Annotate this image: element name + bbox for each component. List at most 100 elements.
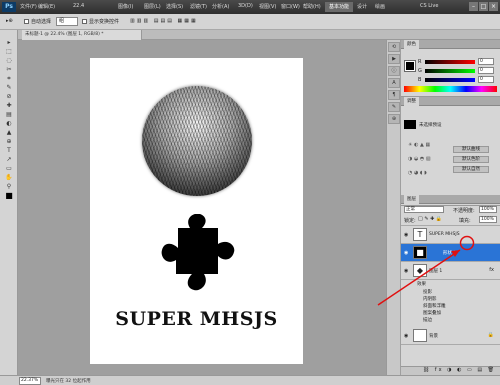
b-slider[interactable]: [425, 78, 475, 82]
g-slider[interactable]: [425, 69, 475, 73]
visibility-eye-icon[interactable]: ◉: [404, 268, 408, 274]
color-panel-header: 颜色: [401, 40, 500, 49]
move-tool-icon[interactable]: ▸⊕: [6, 18, 13, 24]
workspace-design-button[interactable]: 设计: [357, 3, 367, 10]
puzzle-piece-shape: [161, 214, 235, 291]
auto-select-dropdown[interactable]: 组: [56, 17, 78, 26]
layer-shape-selected[interactable]: ◉ ■ 形状 1: [401, 244, 500, 262]
opacity-value[interactable]: 100%: [479, 206, 497, 213]
tool-17-icon[interactable]: ■: [0, 191, 18, 200]
menu-window[interactable]: 窗口(W): [281, 3, 300, 10]
effect-inner-shadow[interactable]: 内阴影: [423, 296, 437, 303]
paragraph-icon[interactable]: ¶: [388, 90, 400, 100]
opacity-label: 不透明度:: [453, 208, 475, 214]
tool-13-icon[interactable]: ↗: [0, 155, 18, 164]
menu-layer[interactable]: 图层(L): [144, 3, 161, 10]
menu-help[interactable]: 帮助(H): [303, 3, 321, 10]
tab-color[interactable]: 颜色: [404, 40, 419, 49]
photoshop-window: Ps 文件(F) 编辑(E) 22.4 图像(I) 图层(L) 选择(S) 滤镜…: [0, 0, 500, 385]
fx-icon[interactable]: fx: [489, 267, 494, 273]
tool-9-icon[interactable]: ◐: [0, 119, 18, 128]
tool-5-icon[interactable]: ✎: [0, 83, 18, 92]
minimize-icon[interactable]: –: [469, 2, 478, 11]
blend-mode-dropdown[interactable]: 正常: [404, 206, 444, 213]
menu-file[interactable]: 文件(F): [20, 3, 37, 10]
g-label: G: [418, 68, 422, 74]
tool-8-icon[interactable]: ▤: [0, 110, 18, 119]
show-transform-checkbox[interactable]: [82, 19, 87, 24]
lock-icons[interactable]: □ ✎ ✚ 🔒: [418, 216, 442, 222]
layer-1[interactable]: ◉ ◆ 图层 1 fx: [401, 262, 500, 280]
document-tab[interactable]: 未标题-1 @ 22.4% (图层 1, RGB/8) *: [22, 30, 142, 40]
info-icon[interactable]: ⓘ: [388, 66, 400, 76]
effect-stroke[interactable]: 描边: [423, 317, 432, 324]
tool-14-icon[interactable]: ▭: [0, 164, 18, 173]
color-spectrum[interactable]: [404, 86, 497, 92]
effect-bevel-emboss[interactable]: 斜面和浮雕: [423, 303, 446, 310]
tool-10-icon[interactable]: ▲: [0, 128, 18, 137]
zoom-field[interactable]: 22.37%: [19, 377, 41, 385]
default-curves-button[interactable]: 默认曲线: [453, 146, 489, 153]
workspace-paint-button[interactable]: 绘画: [375, 3, 385, 10]
fill-value[interactable]: 100%: [479, 216, 497, 223]
b-value[interactable]: 0: [478, 76, 494, 83]
r-value[interactable]: 0: [478, 58, 494, 65]
background-thumb: [413, 329, 427, 342]
menu-edit[interactable]: 编辑(E): [38, 3, 55, 10]
tool-4-icon[interactable]: ⌗: [0, 74, 18, 83]
tool-15-icon[interactable]: ✋: [0, 173, 18, 182]
tab-adjustments[interactable]: 调整: [404, 97, 419, 106]
zoom-readout[interactable]: 22.4: [73, 3, 84, 9]
lock-icon: 🔒: [487, 332, 494, 338]
brushes-icon[interactable]: ✎: [388, 102, 400, 112]
menu-filter[interactable]: 滤镜(T): [190, 3, 207, 10]
layer-name: 图层 1: [429, 269, 443, 274]
character-icon[interactable]: A: [388, 78, 400, 88]
default-vibrance-button[interactable]: 默认自然: [453, 166, 489, 173]
menu-analysis[interactable]: 分析(A): [212, 3, 229, 10]
clone-source-icon[interactable]: ⊕: [388, 114, 400, 124]
tool-0-icon[interactable]: ▸: [0, 38, 18, 47]
brightness-icon[interactable]: ☀ ◐ ▲ ▦: [408, 142, 430, 148]
visibility-eye-icon[interactable]: ◉: [404, 333, 408, 339]
history-icon[interactable]: ⟲: [388, 42, 400, 52]
tool-3-icon[interactable]: ✂: [0, 65, 18, 74]
tool-16-icon[interactable]: ⚲: [0, 182, 18, 191]
default-levels-button[interactable]: 默认色阶: [453, 156, 489, 163]
status-bar: 22.37% 曝光只在 32 位起作用: [0, 375, 500, 385]
layer-text[interactable]: ◉ T SUPER MHSJS: [401, 226, 500, 244]
tool-7-icon[interactable]: ✚: [0, 101, 18, 110]
layers-footer-icons[interactable]: ⛓ fx ◑ ◐ ▭ ▤ 🗑: [401, 366, 500, 375]
actions-icon[interactable]: ▶: [388, 54, 400, 64]
layer-name: 背景: [429, 334, 438, 339]
tool-11-icon[interactable]: ⊕: [0, 137, 18, 146]
cs-live-button[interactable]: CS Live: [420, 3, 438, 9]
auto-select-label: 自动选择: [31, 19, 52, 25]
menu-3d[interactable]: 3D(D): [238, 3, 253, 9]
close-icon[interactable]: ×: [489, 2, 498, 11]
r-slider[interactable]: [425, 60, 475, 64]
menu-view[interactable]: 视图(V): [259, 3, 276, 10]
layer-background[interactable]: ◉ 背景 🔒: [401, 327, 500, 345]
visibility-eye-icon[interactable]: ◉: [404, 250, 408, 256]
maximize-icon[interactable]: □: [479, 2, 488, 11]
workspace-essentials-button[interactable]: 基本功能: [325, 2, 353, 12]
visibility-eye-icon[interactable]: ◉: [404, 232, 408, 238]
effect-drop-shadow[interactable]: 投影: [423, 289, 432, 296]
tool-6-icon[interactable]: ⊘: [0, 92, 18, 101]
tab-layers[interactable]: 图层: [404, 195, 419, 204]
show-transform-label: 显示变换控件: [89, 19, 120, 25]
effect-pattern-overlay[interactable]: 图案叠加: [423, 310, 441, 317]
menu-image[interactable]: 图像(I): [118, 3, 133, 10]
tool-1-icon[interactable]: ⬚: [0, 47, 18, 56]
hue-icon[interactable]: ◑ ◒ ◓ ▧: [408, 156, 431, 162]
auto-select-checkbox[interactable]: [24, 19, 29, 24]
g-value[interactable]: 0: [478, 67, 494, 74]
document-canvas[interactable]: SUPER MHSJS: [90, 58, 303, 364]
tool-12-icon[interactable]: T: [0, 146, 18, 155]
tool-2-icon[interactable]: ◌: [0, 56, 18, 65]
foreground-color-swatch[interactable]: [404, 60, 416, 72]
align-icons[interactable]: ▥▥▥ ▤▤▤ ▦▦▦: [130, 18, 198, 24]
photo-filter-icon[interactable]: ◔ ◕ ◖ ◗: [408, 170, 427, 176]
menu-select[interactable]: 选择(S): [166, 3, 183, 10]
